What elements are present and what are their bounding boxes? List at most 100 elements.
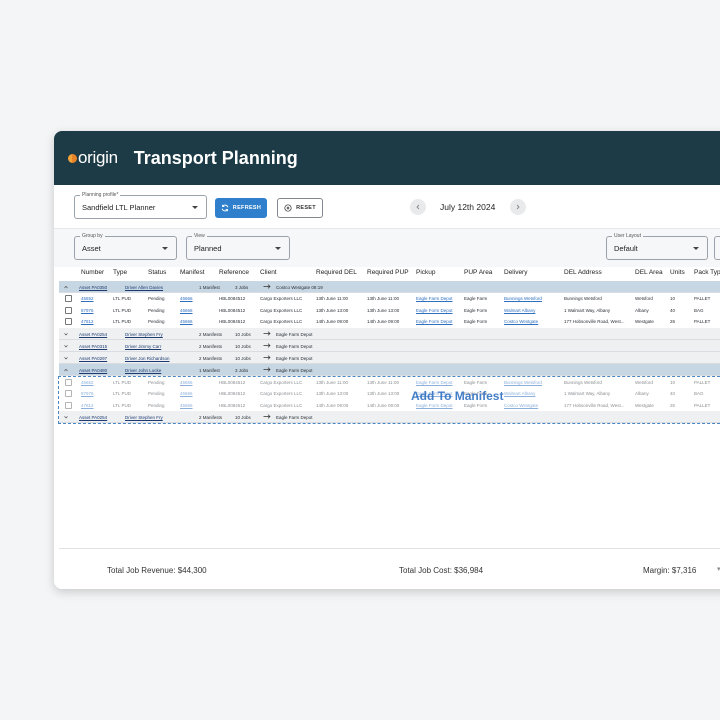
group-asset[interactable]: Asset PA0297	[79, 356, 107, 361]
table-row[interactable]: 47812 LTL PUD Pending 45666 HBL0084512 Cargo …	[59, 316, 720, 328]
column-header[interactable]: Manifest	[180, 269, 205, 276]
prev-date-button[interactable]	[410, 199, 426, 215]
group-driver[interactable]: Driver Jimmy Carr	[125, 344, 161, 349]
table-row[interactable]: 45652 LTL PUD Pending 45666 HBL0084512 Cargo …	[59, 293, 720, 305]
current-date: July 12th 2024	[440, 202, 496, 212]
cell-pickup[interactable]: Eagle Form Depot	[416, 308, 453, 313]
column-header[interactable]: PUP Area	[464, 269, 492, 276]
column-header[interactable]: Status	[148, 269, 166, 276]
group-driver[interactable]: Driver Allen Davies	[125, 285, 163, 290]
cell-delivery[interactable]: Costco Westgate	[504, 403, 538, 408]
column-header[interactable]: Reference	[219, 269, 249, 276]
chevron-up-icon[interactable]	[64, 285, 68, 289]
group-manifests: 2 Manifests	[199, 343, 223, 349]
cell-manifest[interactable]: 45666	[180, 319, 193, 324]
cell-pack: BAG	[694, 391, 704, 396]
column-header[interactable]: Pickup	[416, 269, 436, 276]
group-manifests: 2 Manifests	[199, 355, 223, 361]
table-row[interactable]: 87976 LTL PUD Pending 45666 HBL0084512 Cargo …	[59, 388, 720, 400]
row-checkbox[interactable]	[65, 318, 72, 325]
column-header[interactable]: Units	[670, 269, 685, 276]
column-header[interactable]: Required PUP	[367, 269, 409, 276]
group-by-value: Asset	[82, 244, 101, 253]
group-asset[interactable]: Asset PA0254	[79, 415, 107, 420]
row-checkbox[interactable]	[65, 295, 72, 302]
row-checkbox[interactable]	[65, 378, 72, 386]
reset-button[interactable]: RESET	[277, 198, 323, 218]
cell-manifest[interactable]: 45666	[180, 380, 193, 385]
refresh-button[interactable]: REFRESH	[215, 198, 267, 218]
column-header[interactable]: Number	[81, 269, 104, 276]
cell-pup-area: Eagle Form	[464, 402, 488, 408]
group-driver[interactable]: Driver John Locke	[125, 368, 161, 373]
group-asset[interactable]: Asset PA0350	[79, 285, 107, 290]
column-header[interactable]: Delivery	[504, 269, 527, 276]
group-driver[interactable]: Driver Jon Richardson	[125, 356, 170, 361]
group-row[interactable]: Asset PA0350 Driver Allen Davies 1 Manifes…	[59, 281, 720, 293]
layout-options-button[interactable]	[714, 236, 720, 260]
chevron-down-icon[interactable]	[64, 332, 68, 336]
cell-manifest[interactable]: 45666	[180, 296, 193, 301]
cell-pup-area: Eagle Farm	[464, 379, 488, 385]
cell-manifest[interactable]: 45666	[180, 391, 193, 396]
group-asset[interactable]: Asset PA0315	[79, 344, 107, 349]
cell-pickup[interactable]: Eagle Farm Depot	[416, 380, 453, 385]
cell-number[interactable]: 47812	[81, 403, 94, 408]
group-by-select[interactable]: Group by Asset	[74, 232, 177, 260]
column-header[interactable]: DEL Address	[564, 269, 602, 276]
cell-delivery[interactable]: Walmart Albany	[504, 391, 535, 396]
group-asset[interactable]: Asset PA0480	[79, 368, 107, 373]
cell-number[interactable]: 45652	[81, 380, 94, 385]
table-row[interactable]: 87976 LTL PUD Pending 45666 HBL0084512 Cargo …	[59, 304, 720, 316]
cell-delivery[interactable]: Costco Westgate	[504, 319, 538, 324]
cell-status: Pending	[148, 391, 165, 396]
group-driver[interactable]: Driver Stephen Fry	[125, 415, 163, 420]
cell-manifest[interactable]: 45666	[180, 308, 193, 313]
cell-req-pup: 14th June 09:00	[367, 402, 400, 408]
cell-pickup[interactable]: Eagle Farm Depot	[416, 296, 453, 301]
cell-pickup[interactable]: Eagle Form Depot	[416, 319, 453, 324]
row-checkbox[interactable]	[65, 306, 72, 314]
cell-status: Pending	[148, 319, 165, 324]
group-row[interactable]: Asset PA0297 Driver Jon Richardson 2 Manif…	[59, 351, 720, 364]
group-driver[interactable]: Driver Stephen Fry	[125, 332, 163, 337]
group-row[interactable]: Asset PA0315 Driver Jimmy Carr 2 Manifests…	[59, 339, 720, 352]
column-header[interactable]: Required DEL	[316, 269, 357, 276]
table-row[interactable]: 47812 LTL PUD Pending 45666 HBL0084512 Cargo …	[59, 399, 720, 411]
next-date-button[interactable]	[510, 199, 526, 215]
table-row[interactable]: 45652 LTL PUD Pending 45666 HBL0084512 Cargo …	[59, 376, 720, 388]
total-cost: Total Job Cost: $36,984	[399, 566, 484, 575]
view-select[interactable]: View Planned	[186, 232, 290, 260]
cell-units: 40	[670, 307, 676, 313]
chevron-up-icon[interactable]	[64, 368, 68, 372]
row-checkbox[interactable]	[65, 401, 72, 409]
cell-manifest[interactable]: 45666	[180, 403, 193, 408]
user-layout-select[interactable]: User Layout Default	[606, 232, 708, 260]
column-header[interactable]: DEL Area	[635, 269, 663, 276]
chevron-down-icon[interactable]	[64, 356, 68, 360]
cell-reference: HBL0084512	[219, 402, 246, 408]
group-row[interactable]: Asset PA0254 Driver Stephen Fry 2 Manifest…	[59, 327, 720, 340]
total-revenue: Total Job Revenue: $44,300	[107, 566, 207, 575]
column-header[interactable]: Pack Typ	[694, 269, 720, 276]
cell-number[interactable]: 47812	[81, 319, 94, 324]
chevron-down-icon[interactable]	[64, 415, 68, 419]
cell-number[interactable]: 87976	[81, 308, 94, 313]
cell-pickup[interactable]: Eagle Form Depot	[416, 403, 453, 408]
cell-number[interactable]: 45652	[81, 296, 94, 301]
column-header[interactable]: Client	[260, 269, 277, 276]
chevron-down-icon[interactable]	[64, 344, 68, 348]
group-destination: Eagle Farm Depot	[276, 331, 313, 337]
add-to-manifest-drop-zone[interactable]: 45652 LTL PUD Pending 45666 HBL0084512 Cargo …	[58, 375, 720, 424]
cell-delivery[interactable]: Bunnings Wetsford	[504, 380, 542, 385]
planning-profile-select[interactable]: Planning profile* Sandfield LTL Planner	[74, 191, 207, 219]
cell-delivery[interactable]: Bunnings Wetsford	[504, 296, 542, 301]
column-header[interactable]: Type	[113, 269, 127, 276]
group-row[interactable]: Asset PA0480 Driver John Locke 1 Manifest 3…	[59, 363, 720, 376]
group-destination: Eagle Farm Depot	[276, 343, 313, 349]
cell-delivery[interactable]: Walmart Albany	[504, 308, 535, 313]
group-asset[interactable]: Asset PA0254	[79, 332, 107, 337]
group-row[interactable]: Asset PA0254 Driver Stephen Fry 2 Manifest…	[59, 411, 720, 423]
row-checkbox[interactable]	[65, 390, 72, 397]
cell-number[interactable]: 87976	[81, 391, 94, 396]
